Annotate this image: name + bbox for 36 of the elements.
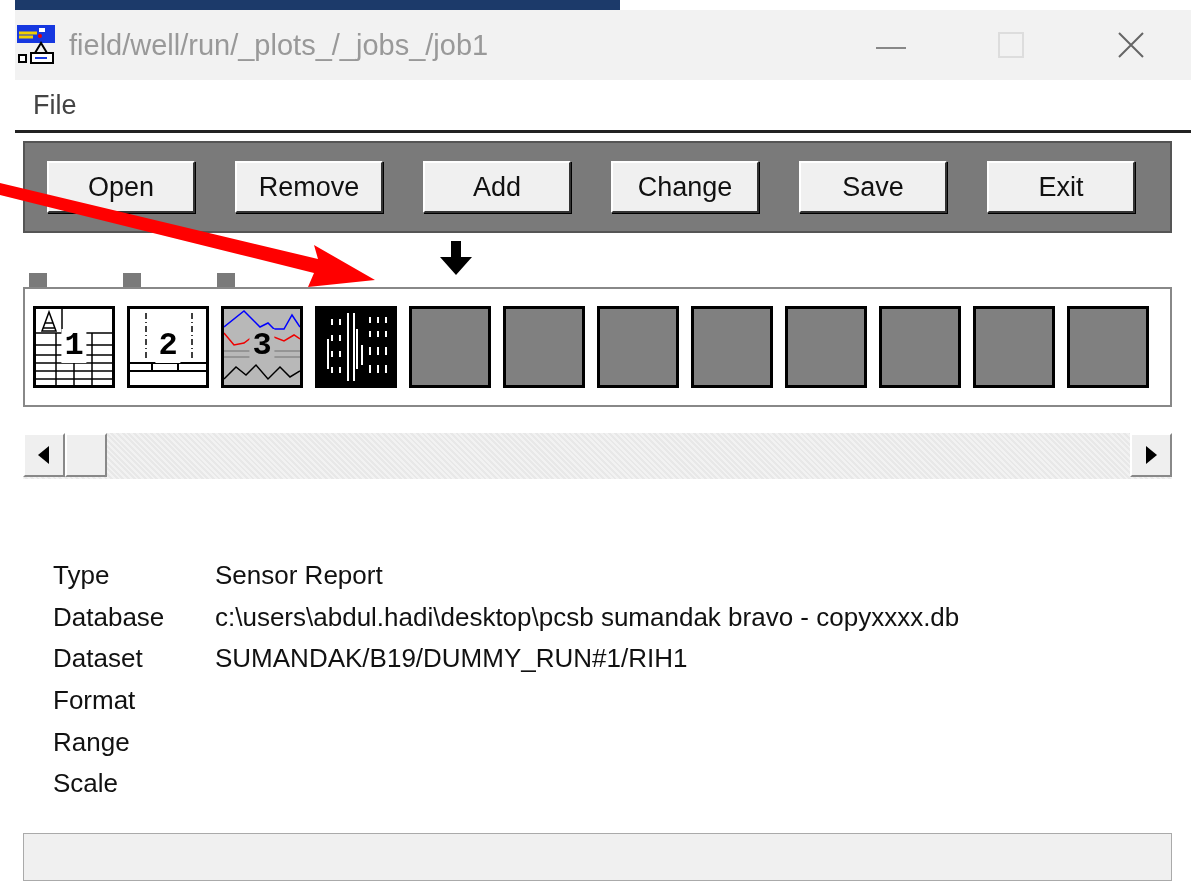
toolbar-button[interactable]: Remove — [235, 161, 383, 213]
detail-label: Format — [53, 684, 137, 718]
toolbar-button[interactable]: Add — [423, 161, 571, 213]
detail-label: Database — [53, 600, 166, 634]
horizontal-scrollbar[interactable] — [23, 433, 1172, 479]
detail-value: SUMANDAK/B19/DUMMY_RUN#1/RIH1 — [215, 642, 689, 676]
empty-slot[interactable] — [503, 306, 585, 388]
curve-plot-slot[interactable]: 3 — [221, 306, 303, 388]
empty-slot[interactable] — [597, 306, 679, 388]
menu-item[interactable]: File — [15, 89, 95, 121]
scroll-right-button[interactable] — [1130, 433, 1172, 477]
track-plot-slot[interactable]: 2 — [127, 306, 209, 388]
window-title: field/well/run/_plots_/_jobs_/job1 — [69, 28, 490, 62]
scroll-thumb[interactable] — [65, 433, 107, 477]
empty-slot[interactable] — [785, 306, 867, 388]
detail-label: Type — [53, 559, 111, 592]
left-arrow-icon — [38, 446, 50, 464]
app-icon — [17, 25, 55, 65]
empty-slot[interactable] — [409, 306, 491, 388]
scroll-left-button[interactable] — [23, 433, 65, 477]
detail-value: c:\users\abdul.hadi\desktop\pcsb sumandak bravo - copyxxxx.db — [215, 600, 961, 634]
empty-slot[interactable] — [691, 306, 773, 388]
slot-number: 1 — [61, 329, 87, 363]
empty-slot[interactable] — [973, 306, 1055, 388]
right-arrow-icon — [1145, 446, 1157, 464]
detail-label: Scale — [53, 767, 120, 801]
empty-slot[interactable] — [879, 306, 961, 388]
toolbar-button[interactable]: Save — [799, 161, 947, 213]
table-plot-slot[interactable]: 1 — [33, 306, 115, 388]
toolbar-button[interactable]: Change — [611, 161, 759, 213]
detail-label: Range — [53, 725, 131, 759]
toolbar-button[interactable]: Exit — [987, 161, 1135, 213]
detail-label: Dataset — [53, 642, 144, 676]
toolbar-button[interactable]: Open — [47, 161, 195, 213]
detail-value: Sensor Report — [215, 559, 384, 592]
empty-slot[interactable] — [1067, 306, 1149, 388]
